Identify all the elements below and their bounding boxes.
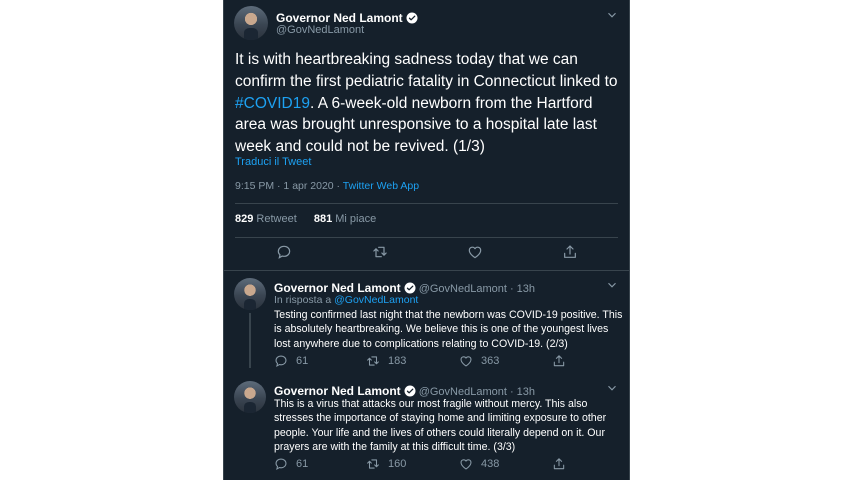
like-icon[interactable] <box>459 354 473 368</box>
retweet-action[interactable]: 160 <box>366 457 406 471</box>
reply-actions: 61 160 438 <box>274 457 594 473</box>
reply-action[interactable]: 61 <box>274 354 308 368</box>
reply-text: This is a virus that attacks our most fr… <box>274 398 607 453</box>
share-icon[interactable] <box>562 244 578 260</box>
retweet-count: 183 <box>388 355 407 367</box>
retweet-icon[interactable] <box>372 244 388 260</box>
chevron-down-icon[interactable] <box>605 278 619 292</box>
like-count: 363 <box>481 355 500 367</box>
like-action[interactable]: 363 <box>459 354 499 368</box>
divider <box>235 237 618 238</box>
tweet-thread-panel: Governor Ned Lamont @GovNedLamont It is … <box>223 0 630 480</box>
replying-to: In risposta a @GovNedLamont <box>274 294 418 306</box>
timestamp-text[interactable]: 9:15 PM · 1 apr 2020 · <box>235 180 343 192</box>
chevron-down-icon[interactable] <box>605 8 619 22</box>
verified-badge-icon <box>404 385 416 397</box>
divider <box>224 270 629 271</box>
reply-icon[interactable] <box>276 244 292 260</box>
thread-connector-line <box>249 313 251 368</box>
retweet-icon[interactable] <box>366 457 380 471</box>
share-action[interactable] <box>552 354 574 368</box>
like-icon[interactable] <box>459 457 473 471</box>
retweet-count[interactable]: 829 Retweet <box>235 213 297 225</box>
author-handle[interactable]: @GovNedLamont · 13h <box>419 283 535 295</box>
tweet-stats: 829 Retweet 881 Mi piace <box>235 213 376 225</box>
like-count[interactable]: 881 Mi piace <box>314 213 376 225</box>
reply-to-link[interactable]: @GovNedLamont <box>334 294 418 306</box>
reply-icon[interactable] <box>274 354 288 368</box>
share-icon[interactable] <box>552 457 566 471</box>
reply-tweet[interactable]: Governor Ned Lamont @GovNedLamont · 13h T… <box>224 381 629 480</box>
share-icon[interactable] <box>552 354 566 368</box>
main-tweet-actions <box>224 244 629 264</box>
avatar[interactable] <box>234 381 266 413</box>
reply-actions: 61 183 363 <box>274 354 594 370</box>
reply-count: 61 <box>296 458 309 470</box>
share-action[interactable] <box>552 457 574 471</box>
reply-action[interactable]: 61 <box>274 457 308 471</box>
source-link[interactable]: Twitter Web App <box>343 180 419 192</box>
like-count: 438 <box>481 458 500 470</box>
retweet-action[interactable]: 183 <box>366 354 406 368</box>
reply-icon[interactable] <box>274 457 288 471</box>
author-handle[interactable]: @GovNedLamont <box>276 24 364 36</box>
translate-tweet-link[interactable]: Traduci il Tweet <box>235 156 311 168</box>
chevron-down-icon[interactable] <box>605 381 619 395</box>
reply-tweet[interactable]: Governor Ned Lamont @GovNedLamont · 13h I… <box>224 278 629 378</box>
avatar[interactable] <box>234 278 266 310</box>
divider <box>235 203 618 204</box>
like-icon[interactable] <box>467 244 483 260</box>
reply-text: Testing confirmed last night that the ne… <box>274 309 623 350</box>
retweet-count: 160 <box>388 458 407 470</box>
tweet-timestamp: 9:15 PM · 1 apr 2020 · Twitter Web App <box>235 180 419 192</box>
avatar[interactable] <box>234 6 268 40</box>
verified-badge-icon <box>406 12 418 24</box>
hashtag-link[interactable]: #COVID19 <box>235 95 310 112</box>
author-name[interactable]: Governor Ned Lamont <box>276 11 403 25</box>
tweet-text-part: It is with heartbreaking sadness today t… <box>235 51 618 90</box>
author-name[interactable]: Governor Ned Lamont <box>274 281 401 295</box>
main-tweet-text: It is with heartbreaking sadness today t… <box>235 49 625 158</box>
author-name[interactable]: Governor Ned Lamont <box>274 384 401 398</box>
retweet-icon[interactable] <box>366 354 380 368</box>
like-action[interactable]: 438 <box>459 457 499 471</box>
reply-prefix: In risposta a <box>274 294 335 306</box>
verified-badge-icon <box>404 282 416 294</box>
reply-count: 61 <box>296 355 309 367</box>
